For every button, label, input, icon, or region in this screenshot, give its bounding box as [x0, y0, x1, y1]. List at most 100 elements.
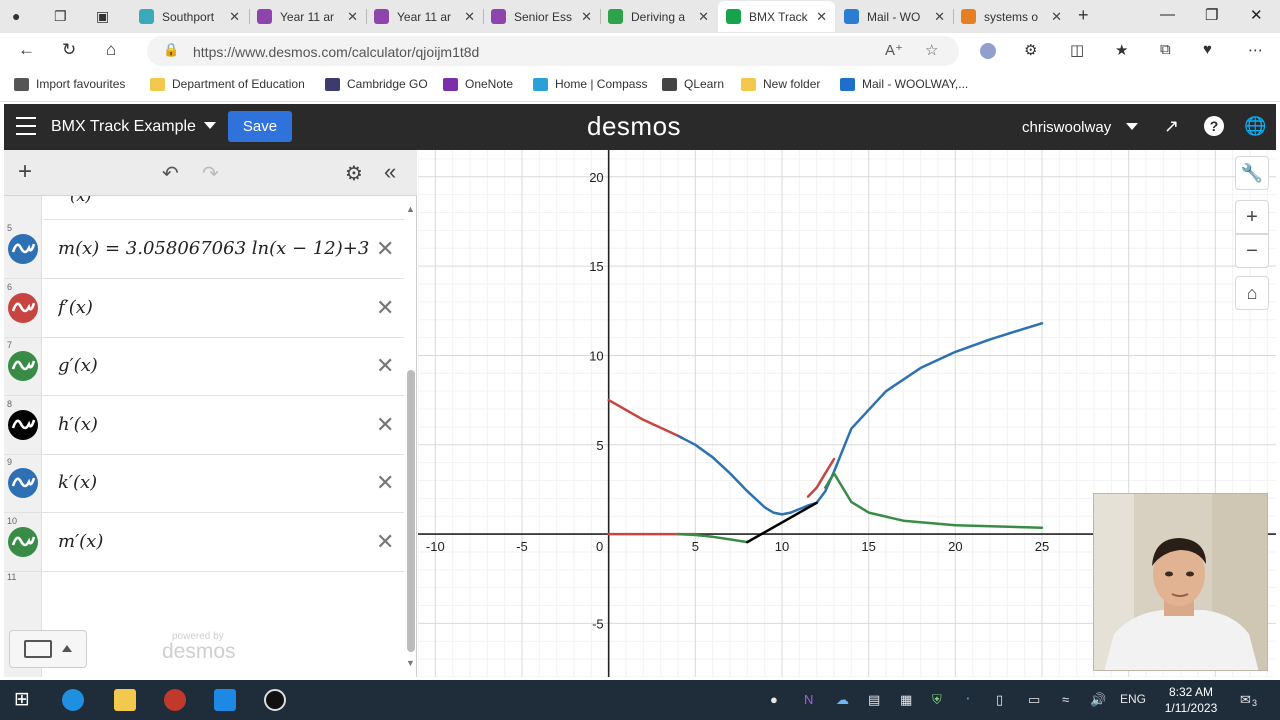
- obs-icon[interactable]: [264, 689, 286, 711]
- collections-toolbar-icon[interactable]: ⧉: [1160, 41, 1171, 58]
- favourite-link[interactable]: Department of Education: [150, 77, 305, 91]
- performance-icon[interactable]: ♥: [1203, 41, 1212, 58]
- refresh-icon[interactable]: ↻: [62, 40, 76, 60]
- expression-latex[interactable]: m(x) = 3.058067063 ln(x − 12)+3: [58, 238, 370, 259]
- favourite-link[interactable]: Import favourites: [14, 77, 125, 91]
- scroll-down-icon[interactable]: ▼: [406, 658, 415, 668]
- url-bar[interactable]: 🔒 https://www.desmos.com/calculator/qjoi…: [147, 36, 959, 66]
- expression-scrollbar[interactable]: ▲ ▼: [405, 202, 417, 670]
- graph-toggle-icon[interactable]: [8, 468, 38, 498]
- whiteboard-icon[interactable]: [214, 689, 236, 711]
- scroll-up-icon[interactable]: ▲: [406, 204, 415, 214]
- onedrive-tray-icon[interactable]: ☁: [836, 692, 849, 708]
- favourite-link[interactable]: Cambridge GO: [325, 77, 428, 91]
- back-icon[interactable]: ←: [18, 40, 35, 60]
- close-tab-icon[interactable]: ✕: [229, 9, 240, 25]
- expression-latex[interactable]: k′(x): [58, 472, 370, 493]
- graph-toggle-icon[interactable]: [8, 234, 38, 264]
- delete-expression-icon[interactable]: ✕: [376, 529, 394, 555]
- favourite-star-icon[interactable]: ☆: [925, 41, 938, 59]
- favourite-link[interactable]: Home | Compass: [533, 77, 647, 91]
- expression-row[interactable]: 5 m(x) = 3.058067063 ln(x − 12)+3 ✕: [4, 221, 404, 279]
- close-tab-icon[interactable]: ✕: [816, 9, 827, 25]
- media-tray-icon[interactable]: ▦: [900, 692, 912, 708]
- browser-tab[interactable]: BMX Track ✕: [718, 1, 835, 32]
- keypad-toggle-button[interactable]: [9, 630, 87, 668]
- close-window-button[interactable]: ✕: [1250, 6, 1263, 24]
- expression-row[interactable]: 10 m′(x) ✕: [4, 514, 404, 572]
- delete-expression-icon[interactable]: ✕: [376, 412, 394, 438]
- new-tab-button[interactable]: +: [1078, 5, 1089, 26]
- expression-latex[interactable]: h′(x): [58, 414, 370, 435]
- close-tab-icon[interactable]: ✕: [464, 9, 475, 25]
- default-viewport-home-icon[interactable]: ⌂: [1235, 276, 1269, 310]
- split-screen-icon[interactable]: ◫: [1070, 41, 1084, 59]
- save-button[interactable]: Save: [228, 111, 292, 142]
- username[interactable]: chriswoolway: [1022, 119, 1111, 136]
- expression-row[interactable]: 6 f′(x) ✕: [4, 280, 404, 338]
- expression-latex[interactable]: f′(x): [58, 297, 370, 318]
- more-menu-icon[interactable]: ⋯: [1248, 41, 1263, 59]
- delete-expression-icon[interactable]: ✕: [376, 470, 394, 496]
- file-explorer-icon[interactable]: [114, 689, 136, 711]
- expression-row[interactable]: 9 k′(x) ✕: [4, 455, 404, 513]
- close-tab-icon[interactable]: ✕: [581, 9, 592, 25]
- expression-row[interactable]: 7 g′(x) ✕: [4, 338, 404, 396]
- favourite-link[interactable]: OneNote: [443, 77, 513, 91]
- tab-actions-icon[interactable]: ▣: [96, 8, 109, 25]
- language-globe-icon[interactable]: 🌐: [1244, 116, 1266, 137]
- browser-tab[interactable]: Southport ✕: [131, 1, 248, 32]
- extension-icon[interactable]: [980, 43, 996, 59]
- start-button[interactable]: ⊞: [14, 688, 36, 710]
- home-icon[interactable]: ⌂: [106, 40, 116, 60]
- collections-icon[interactable]: ❐: [54, 8, 67, 25]
- clock[interactable]: 8:32 AM 1/11/2023: [1160, 684, 1222, 716]
- help-icon[interactable]: ?: [1204, 116, 1224, 136]
- profile-icon[interactable]: ●: [12, 8, 20, 24]
- graph-settings-wrench-icon[interactable]: 🔧: [1235, 156, 1269, 190]
- delete-expression-icon[interactable]: ✕: [376, 353, 394, 379]
- expression-latex[interactable]: g′(x): [58, 355, 370, 376]
- obs-tray-icon[interactable]: ●: [770, 692, 778, 707]
- read-aloud-icon[interactable]: A⁺: [885, 41, 903, 59]
- minimize-button[interactable]: —: [1160, 6, 1175, 23]
- menu-icon[interactable]: [16, 117, 36, 135]
- zoom-out-button[interactable]: −: [1235, 234, 1269, 268]
- url-text[interactable]: https://www.desmos.com/calculator/qjoijm…: [193, 44, 479, 60]
- lock-icon[interactable]: 🔒: [163, 42, 179, 58]
- graph-toggle-icon[interactable]: [8, 526, 38, 557]
- onenote-tray-icon[interactable]: N: [804, 692, 813, 707]
- partial-expression-row[interactable]: (x): [44, 196, 404, 220]
- expression-latex[interactable]: m′(x): [58, 531, 370, 552]
- edge-taskbar-icon[interactable]: [62, 689, 84, 711]
- browser-tab[interactable]: systems o ✕: [953, 1, 1070, 32]
- favourite-link[interactable]: QLearn: [662, 77, 724, 91]
- scroll-thumb[interactable]: [407, 370, 415, 652]
- language-indicator[interactable]: ENG: [1120, 692, 1146, 706]
- favourite-link[interactable]: New folder: [741, 77, 820, 91]
- browser-tab[interactable]: Deriving a ✕: [600, 1, 717, 32]
- expression-row[interactable]: 8 h′(x) ✕: [4, 397, 404, 455]
- delete-expression-icon[interactable]: ✕: [376, 236, 394, 262]
- zoom-in-button[interactable]: +: [1235, 200, 1269, 234]
- favourites-icon[interactable]: ★: [1115, 41, 1128, 59]
- collapse-panel-icon[interactable]: «: [384, 159, 396, 185]
- share-icon[interactable]: ↗: [1164, 116, 1179, 137]
- browser-tab[interactable]: Year 11 ar ✕: [366, 1, 483, 32]
- volume-icon[interactable]: 🔊: [1090, 692, 1106, 708]
- favourite-link[interactable]: Mail - WOOLWAY,...: [840, 77, 968, 91]
- app-taskbar-icon[interactable]: [164, 689, 186, 711]
- usb-tray-icon[interactable]: ▯: [996, 692, 1003, 708]
- wifi-icon[interactable]: ≈: [1062, 692, 1069, 707]
- close-tab-icon[interactable]: ✕: [1051, 9, 1062, 25]
- performance-tray-icon[interactable]: ▤: [868, 692, 880, 708]
- title-dropdown-icon[interactable]: [204, 122, 216, 129]
- delete-expression-icon[interactable]: ✕: [376, 295, 394, 321]
- user-dropdown-icon[interactable]: [1126, 123, 1138, 130]
- browser-tab[interactable]: Senior Ess ✕: [483, 1, 600, 32]
- security-tray-icon[interactable]: ⛨: [932, 692, 942, 708]
- close-tab-icon[interactable]: ✕: [934, 9, 945, 25]
- empty-expression-row[interactable]: 11: [4, 570, 404, 610]
- graph-toggle-icon[interactable]: [8, 409, 38, 440]
- graph-title[interactable]: BMX Track Example: [51, 118, 196, 136]
